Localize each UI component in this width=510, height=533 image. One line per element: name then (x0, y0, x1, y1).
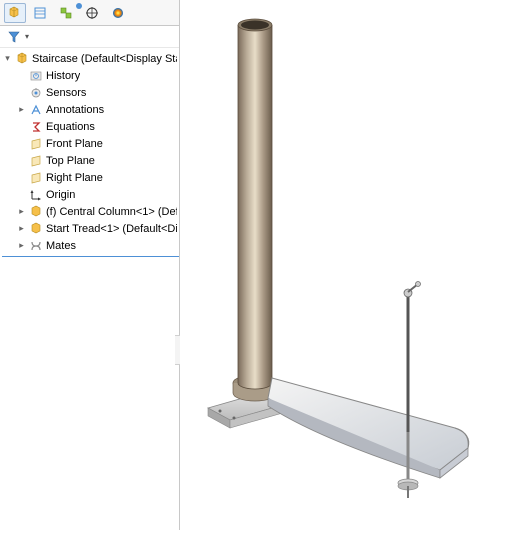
annotations-icon (28, 102, 44, 118)
collapse-icon[interactable]: ▾ (2, 53, 13, 64)
tree-item-right-plane[interactable]: ▸ Right Plane (2, 169, 179, 186)
tree-root[interactable]: ▾ Staircase (Default<Display State-1>) (2, 50, 179, 67)
tree-item-label: History (46, 70, 80, 82)
mates-icon (28, 238, 44, 254)
equations-icon (28, 119, 44, 135)
tab-feature-manager[interactable] (4, 3, 26, 23)
dimxpert-icon (84, 5, 100, 21)
tree-item-sensors[interactable]: ▸ Sensors (2, 84, 179, 101)
panel-tabbar (0, 0, 179, 26)
origin-icon (28, 187, 44, 203)
tree-item-label: Front Plane (46, 138, 103, 150)
tree-item-label: Top Plane (46, 155, 95, 167)
part-icon (28, 221, 44, 237)
sensors-icon (28, 85, 44, 101)
expand-icon[interactable]: ▸ (16, 104, 27, 115)
tab-property-manager[interactable] (30, 3, 52, 23)
tab-configuration-manager[interactable] (56, 3, 78, 23)
assembly-icon (14, 51, 30, 67)
tree-item-origin[interactable]: ▸ Origin (2, 186, 179, 203)
assembly-icon (6, 5, 22, 21)
tree-root-label: Staircase (Default<Display State-1>) (32, 53, 177, 65)
tree-item-history[interactable]: ▸ History (2, 67, 179, 84)
filter-bar: ▾ (0, 26, 179, 48)
config-icon (58, 5, 74, 21)
tree-item-label: (f) Central Column<1> (Default) (46, 206, 177, 218)
tree-item-label: Sensors (46, 87, 86, 99)
tree-item-central-column[interactable]: ▸ (f) Central Column<1> (Default) (2, 203, 179, 220)
part-icon (28, 204, 44, 220)
tree-item-label: Origin (46, 189, 75, 201)
tree-item-label: Start Tread<1> (Default<Display) (46, 223, 177, 235)
display-icon (110, 5, 126, 21)
filter-icon[interactable] (6, 29, 22, 45)
tab-display-manager[interactable] (108, 3, 130, 23)
tree-item-front-plane[interactable]: ▸ Front Plane (2, 135, 179, 152)
property-icon (32, 5, 48, 21)
plane-icon (28, 170, 44, 186)
plane-icon (28, 136, 44, 152)
plane-icon (28, 153, 44, 169)
filter-dropdown-arrow[interactable]: ▾ (25, 32, 29, 41)
3d-viewport[interactable] (180, 0, 510, 530)
tree-item-annotations[interactable]: ▸ Annotations (2, 101, 179, 118)
expand-icon[interactable]: ▸ (16, 223, 27, 234)
tree-item-label: Right Plane (46, 172, 103, 184)
tree-item-label: Mates (46, 240, 76, 252)
expand-icon[interactable]: ▸ (16, 240, 27, 251)
tab-dimxpert[interactable] (82, 3, 104, 23)
tree-end-divider (2, 256, 179, 257)
tree-item-top-plane[interactable]: ▸ Top Plane (2, 152, 179, 169)
origin-marker-top (76, 3, 82, 9)
tree-item-label: Annotations (46, 104, 104, 116)
feature-tree: ▾ Staircase (Default<Display State-1>) ▸… (0, 48, 179, 259)
expand-icon[interactable]: ▸ (16, 206, 27, 217)
tree-item-equations[interactable]: ▸ Equations (2, 118, 179, 135)
tree-item-start-tread[interactable]: ▸ Start Tread<1> (Default<Display) (2, 220, 179, 237)
model-render (180, 0, 510, 530)
tree-item-label: Equations (46, 121, 95, 133)
tree-item-mates[interactable]: ▸ Mates (2, 237, 179, 254)
history-icon (28, 68, 44, 84)
